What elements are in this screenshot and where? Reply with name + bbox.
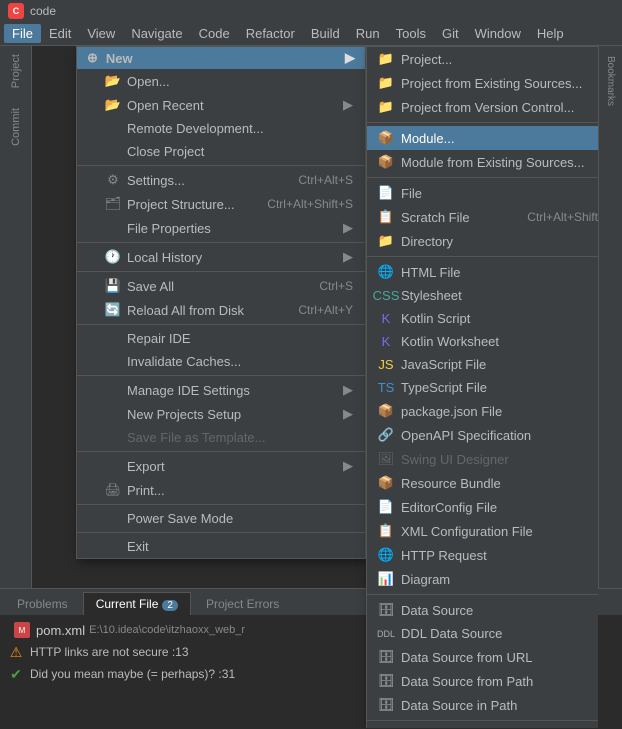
warning-icon: ⚠ <box>8 644 24 660</box>
menu-close-project[interactable]: Close Project <box>77 140 365 163</box>
menu-new-projects-setup[interactable]: New Projects Setup▶ <box>77 402 365 426</box>
title-bar: C code <box>0 0 622 22</box>
submenu-resource-bundle[interactable]: 📦Resource Bundle <box>367 471 598 495</box>
menu-code[interactable]: Code <box>191 24 238 43</box>
submenu-module-existing[interactable]: 📦Module from Existing Sources... <box>367 150 598 174</box>
submenu-datasource-path[interactable]: 🗄Data Source from Path <box>367 669 598 693</box>
menu-save-all[interactable]: 💾Save AllCtrl+S <box>77 274 365 298</box>
submenu-scratch[interactable]: 📋Scratch FileCtrl+Alt+Shift+Insert <box>367 205 598 229</box>
menu-local-history[interactable]: 🕐Local History▶ <box>77 245 365 269</box>
menu-reload[interactable]: 🔄Reload All from DiskCtrl+Alt+Y <box>77 298 365 322</box>
menu-edit[interactable]: Edit <box>41 24 79 43</box>
submenu-module[interactable]: 📦Module... <box>367 126 598 150</box>
info-text: Did you mean maybe (= perhaps)? :31 <box>30 667 235 681</box>
submenu-file[interactable]: 📄File <box>367 181 598 205</box>
app-logo: C <box>8 3 24 19</box>
tab-project-errors[interactable]: Project Errors <box>193 592 292 615</box>
submenu-kotlin-script[interactable]: KKotlin Script <box>367 307 598 330</box>
pom-icon: M <box>14 622 30 638</box>
submenu-xml-config[interactable]: 📋XML Configuration File▶ <box>367 519 598 543</box>
title-bar-text: code <box>30 4 56 18</box>
menu-git[interactable]: Git <box>434 24 467 43</box>
tab-problems[interactable]: Problems <box>4 592 81 615</box>
left-sidebar: Project Commit <box>0 46 32 588</box>
submenu-javascript[interactable]: JSJavaScript File <box>367 353 598 376</box>
menu-file-properties[interactable]: File Properties▶ <box>77 216 365 240</box>
bookmarks-label[interactable]: Bookmarks <box>605 56 616 106</box>
menu-open[interactable]: 📂Open... <box>77 69 365 93</box>
menu-tools[interactable]: Tools <box>388 24 434 43</box>
new-submenu: 📁Project... 📁Project from Existing Sourc… <box>366 46 598 728</box>
submenu-typescript[interactable]: TSTypeScript File <box>367 376 598 399</box>
menu-run[interactable]: Run <box>348 24 388 43</box>
menu-print[interactable]: 🖨Print... <box>77 478 365 502</box>
sidebar-item-commit[interactable]: Commit <box>10 108 22 146</box>
submenu-project-vcs[interactable]: 📁Project from Version Control... <box>367 95 598 119</box>
menu-navigate[interactable]: Navigate <box>123 24 190 43</box>
file-dropdown-menu: ⊕ New ▶ 📂Open... 📂Open Recent▶ Remote De… <box>76 46 366 559</box>
submenu-directory[interactable]: 📁Directory <box>367 229 598 253</box>
menu-build[interactable]: Build <box>303 24 348 43</box>
checkmark-icon: ✔ <box>8 666 24 682</box>
menu-remote-dev[interactable]: Remote Development... <box>77 117 365 140</box>
menu-new-item[interactable]: ⊕ New ▶ <box>77 47 365 69</box>
sidebar-item-project[interactable]: Project <box>10 54 22 88</box>
submenu-html[interactable]: 🌐HTML File <box>367 260 598 284</box>
menu-power-save[interactable]: Power Save Mode <box>77 507 365 530</box>
tab-current-file[interactable]: Current File2 <box>83 592 191 615</box>
menu-open-recent[interactable]: 📂Open Recent▶ <box>77 93 365 117</box>
menu-file[interactable]: File <box>4 24 41 43</box>
pom-path: E:\10.idea\code\itzhaoxx_web_r <box>89 624 245 636</box>
menu-exit[interactable]: Exit <box>77 535 365 558</box>
menu-save-template: Save File as Template... <box>77 426 365 449</box>
pom-filename: pom.xml <box>36 623 85 638</box>
warning-text: HTTP links are not secure :13 <box>30 645 189 659</box>
menu-refactor[interactable]: Refactor <box>238 24 303 43</box>
submenu-project-existing[interactable]: 📁Project from Existing Sources... <box>367 71 598 95</box>
right-sidebar: Bookmarks <box>598 46 622 588</box>
submenu-package-json[interactable]: 📦package.json File <box>367 399 598 423</box>
submenu-openapi[interactable]: 🔗OpenAPI Specification <box>367 423 598 447</box>
submenu-project[interactable]: 📁Project... <box>367 47 598 71</box>
submenu-diagram[interactable]: 📊Diagram▶ <box>367 567 598 591</box>
submenu-http[interactable]: 🌐HTTP Request <box>367 543 598 567</box>
submenu-swing: 🖼Swing UI Designer▶ <box>367 447 598 471</box>
menu-invalidate-caches[interactable]: Invalidate Caches... <box>77 350 365 373</box>
submenu-stylesheet[interactable]: CSSStylesheet <box>367 284 598 307</box>
submenu-datasource[interactable]: 🗄Data Source▶ <box>367 598 598 622</box>
submenu-driver-datasource[interactable]: 🔌Driver and Data Source <box>367 724 598 728</box>
menu-project-structure[interactable]: 🗂Project Structure...Ctrl+Alt+Shift+S <box>77 192 365 216</box>
menu-manage-ide[interactable]: Manage IDE Settings▶ <box>77 378 365 402</box>
menu-view[interactable]: View <box>79 24 123 43</box>
current-file-badge: 2 <box>162 600 178 611</box>
menu-repair-ide[interactable]: Repair IDE <box>77 327 365 350</box>
menu-help[interactable]: Help <box>529 24 572 43</box>
submenu-datasource-url[interactable]: 🗄Data Source from URL <box>367 645 598 669</box>
submenu-editorconfig[interactable]: 📄EditorConfig File <box>367 495 598 519</box>
submenu-kotlin-worksheet[interactable]: KKotlin Worksheet <box>367 330 598 353</box>
menu-bar: FileEditViewNavigateCodeRefactorBuildRun… <box>0 22 622 46</box>
submenu-ddl[interactable]: DDLDDL Data Source <box>367 622 598 645</box>
menu-settings[interactable]: ⚙Settings...Ctrl+Alt+S <box>77 168 365 192</box>
menu-export[interactable]: Export▶ <box>77 454 365 478</box>
menu-window[interactable]: Window <box>467 24 529 43</box>
submenu-datasource-in-path[interactable]: 🗄Data Source in Path <box>367 693 598 717</box>
